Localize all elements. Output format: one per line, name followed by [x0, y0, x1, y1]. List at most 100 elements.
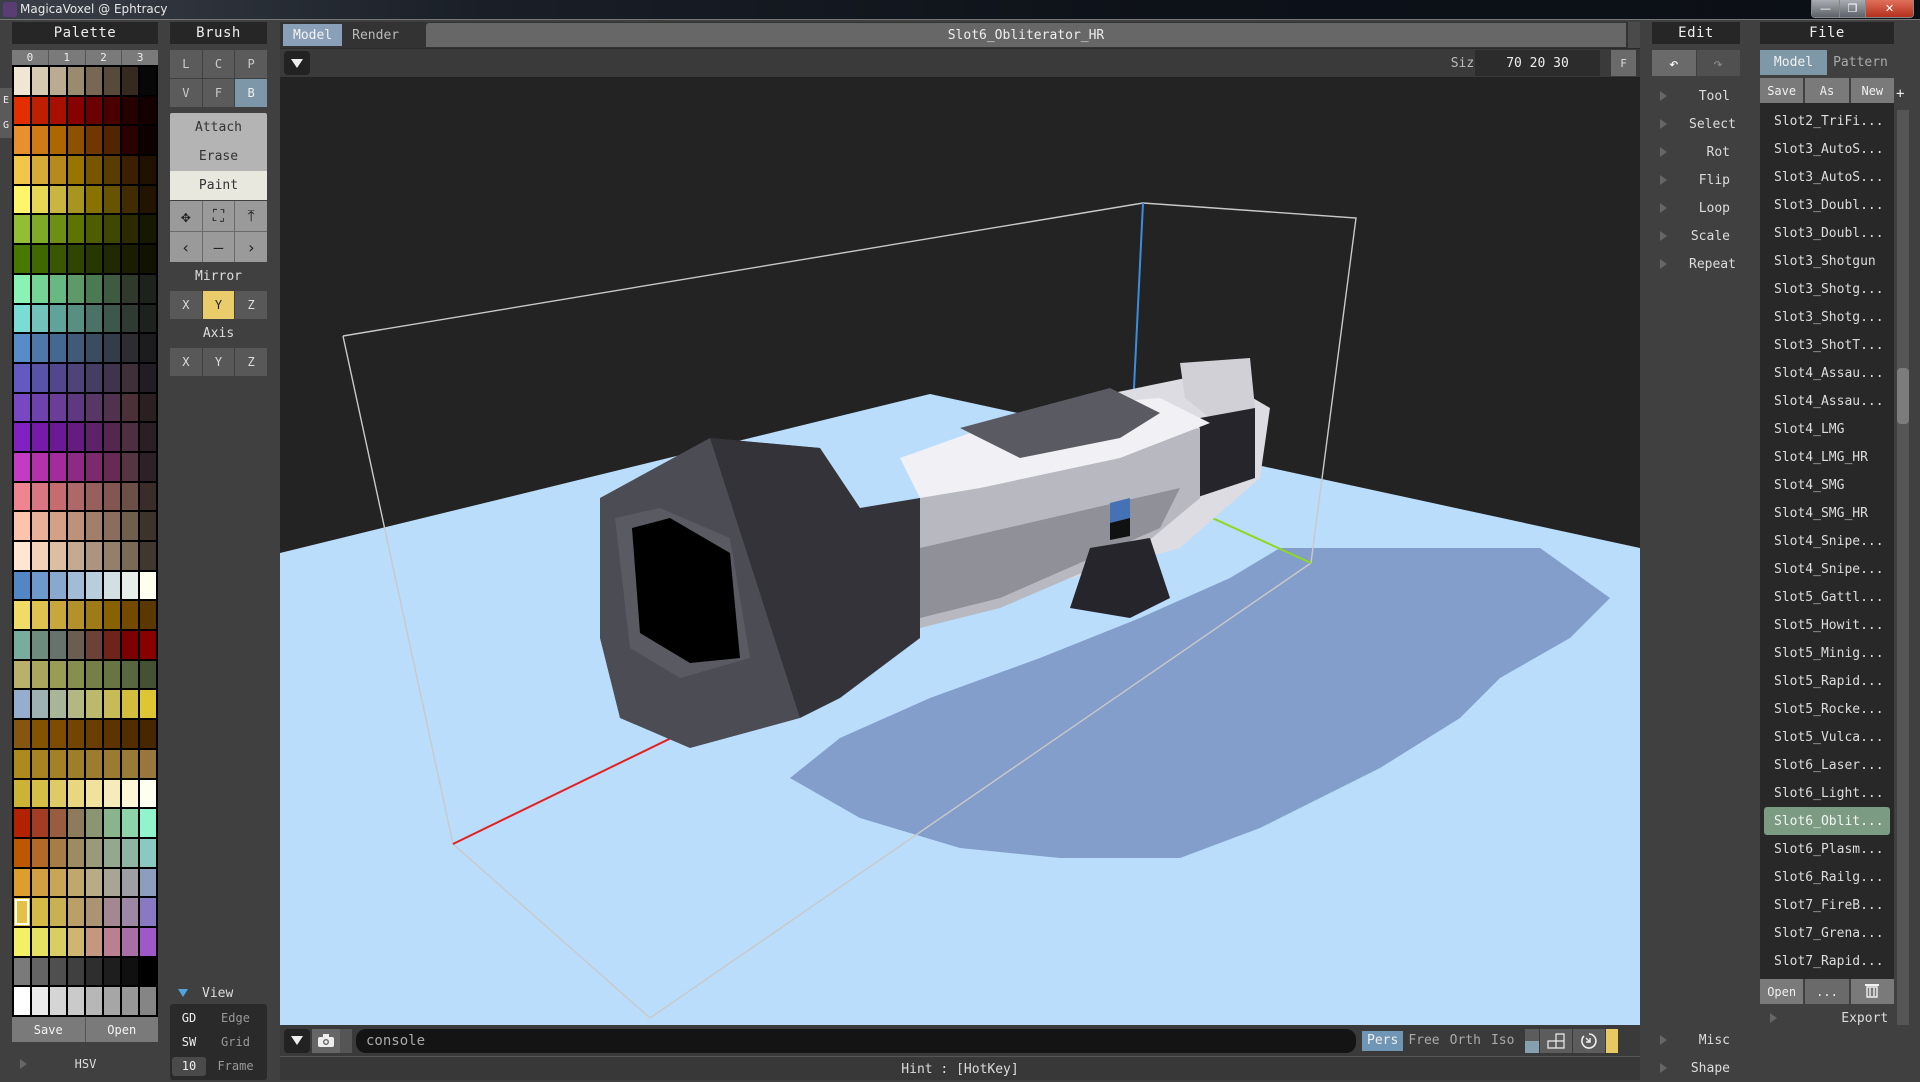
- palette-swatch[interactable]: [86, 304, 102, 333]
- palette-swatch[interactable]: [14, 809, 30, 837]
- palette-swatch[interactable]: [122, 393, 138, 422]
- palette-swatch[interactable]: [32, 749, 48, 778]
- palette-swatch[interactable]: [122, 482, 138, 511]
- view-toggle[interactable]: View: [170, 982, 267, 1004]
- palette-swatch[interactable]: [122, 720, 138, 748]
- palette-swatch[interactable]: [50, 423, 66, 451]
- palette-swatch[interactable]: [104, 215, 120, 244]
- palette-swatch[interactable]: [68, 957, 84, 986]
- axis-x-button[interactable]: X: [170, 348, 202, 376]
- palette-swatch[interactable]: [104, 245, 120, 273]
- palette-swatch[interactable]: [86, 690, 102, 719]
- palette-swatch[interactable]: [104, 452, 120, 481]
- file-list-item[interactable]: Slot7_FireB...: [1764, 891, 1890, 919]
- palette-swatch[interactable]: [140, 67, 156, 95]
- file-list-item[interactable]: Slot3_Doubl...: [1764, 191, 1890, 219]
- palette-swatch[interactable]: [32, 809, 48, 837]
- console-input[interactable]: console: [356, 1028, 1356, 1053]
- palette-swatch[interactable]: [14, 660, 30, 689]
- palette-swatch[interactable]: [140, 720, 156, 748]
- palette-swatch[interactable]: [50, 898, 66, 926]
- palette-swatch[interactable]: [140, 245, 156, 273]
- view-row-frame[interactable]: 10 Frame: [172, 1054, 265, 1078]
- palette-swatch[interactable]: [86, 660, 102, 689]
- palette-swatch[interactable]: [14, 67, 30, 95]
- file-list-item[interactable]: Slot2_TriFi...: [1764, 107, 1890, 135]
- palette-swatch[interactable]: [14, 452, 30, 481]
- palette-swatch[interactable]: [50, 393, 66, 422]
- tab-model[interactable]: Model: [283, 24, 343, 46]
- reset-camera-button[interactable]: [1573, 1028, 1606, 1053]
- palette-swatch[interactable]: [68, 304, 84, 333]
- file-list-item[interactable]: Slot4_SMG: [1764, 471, 1890, 499]
- palette-swatch[interactable]: [140, 363, 156, 392]
- file-list-scroll-thumb[interactable]: [1897, 368, 1909, 424]
- palette-swatch[interactable]: [14, 156, 30, 184]
- palette-swatch[interactable]: [86, 927, 102, 956]
- file-list-item[interactable]: Slot5_Gattl...: [1764, 583, 1890, 611]
- palette-swatch[interactable]: [140, 987, 156, 1015]
- palette-swatch[interactable]: [104, 987, 120, 1015]
- file-list-item[interactable]: Slot7_Grena...: [1764, 919, 1890, 947]
- brush-type-f[interactable]: F: [202, 79, 235, 107]
- chevron-left-icon[interactable]: ‹: [170, 232, 202, 262]
- palette-swatch[interactable]: [140, 838, 156, 867]
- palette-swatch[interactable]: [50, 779, 66, 808]
- file-list-item[interactable]: Slot4_Assau...: [1764, 387, 1890, 415]
- edit-item-scale[interactable]: Scale: [1652, 222, 1740, 250]
- palette-swatch[interactable]: [104, 363, 120, 392]
- palette-swatch[interactable]: [122, 542, 138, 570]
- palette-swatch[interactable]: [50, 957, 66, 986]
- fit-size-button[interactable]: F: [1611, 50, 1636, 76]
- palette-swatch[interactable]: [32, 868, 48, 897]
- palette-swatch[interactable]: [140, 423, 156, 451]
- palette-swatch[interactable]: [32, 423, 48, 451]
- palette-swatch[interactable]: [14, 779, 30, 808]
- palette-swatch[interactable]: [32, 542, 48, 570]
- palette-swatch[interactable]: [104, 571, 120, 600]
- palette-swatch[interactable]: [50, 809, 66, 837]
- palette-swatch[interactable]: [68, 779, 84, 808]
- palette-swatch[interactable]: [32, 215, 48, 244]
- palette-swatch[interactable]: [122, 67, 138, 95]
- palette-swatch[interactable]: [14, 542, 30, 570]
- palette-swatch[interactable]: [50, 720, 66, 748]
- palette-swatch[interactable]: [104, 423, 120, 451]
- palette-swatch[interactable]: [104, 304, 120, 333]
- brush-type-v[interactable]: V: [170, 79, 202, 107]
- palette-swatch[interactable]: [122, 987, 138, 1015]
- palette-swatch[interactable]: [122, 957, 138, 986]
- view-edge-label[interactable]: Edge: [206, 1011, 265, 1025]
- palette-swatch[interactable]: [14, 868, 30, 897]
- background-toggle[interactable]: [1525, 1028, 1540, 1053]
- palette-swatch[interactable]: [14, 631, 30, 659]
- palette-swatch[interactable]: [32, 631, 48, 659]
- palette-swatch[interactable]: [14, 393, 30, 422]
- palette-swatch[interactable]: [140, 185, 156, 214]
- palette-swatch[interactable]: [68, 482, 84, 511]
- palette-swatch[interactable]: [122, 423, 138, 451]
- file-delete-button[interactable]: [1850, 979, 1894, 1004]
- edit-item-select[interactable]: Select: [1652, 110, 1740, 138]
- palette-swatch[interactable]: [86, 274, 102, 303]
- undo-button[interactable]: ↶: [1652, 50, 1696, 76]
- palette-swatch[interactable]: [50, 156, 66, 184]
- palette-swatch[interactable]: [32, 185, 48, 214]
- palette-swatch[interactable]: [104, 512, 120, 540]
- palette-swatch[interactable]: [50, 512, 66, 540]
- palette-swatch[interactable]: [122, 274, 138, 303]
- palette-swatch[interactable]: [68, 156, 84, 184]
- palette-swatch[interactable]: [86, 96, 102, 125]
- file-more-button[interactable]: ...: [1805, 979, 1849, 1004]
- view-frame-label[interactable]: Frame: [206, 1059, 265, 1073]
- palette-swatch[interactable]: [104, 720, 120, 748]
- palette-swatch[interactable]: [68, 67, 84, 95]
- file-open-button[interactable]: Open: [1760, 979, 1804, 1004]
- palette-swatch[interactable]: [122, 245, 138, 273]
- edit-item-loop[interactable]: Loop: [1652, 194, 1740, 222]
- palette-swatch[interactable]: [122, 156, 138, 184]
- file-list-item[interactable]: Slot4_Snipe...: [1764, 555, 1890, 583]
- view-grid-label[interactable]: Grid: [206, 1035, 265, 1049]
- file-list-item[interactable]: Slot6_Railg...: [1764, 863, 1890, 891]
- palette-swatch[interactable]: [32, 304, 48, 333]
